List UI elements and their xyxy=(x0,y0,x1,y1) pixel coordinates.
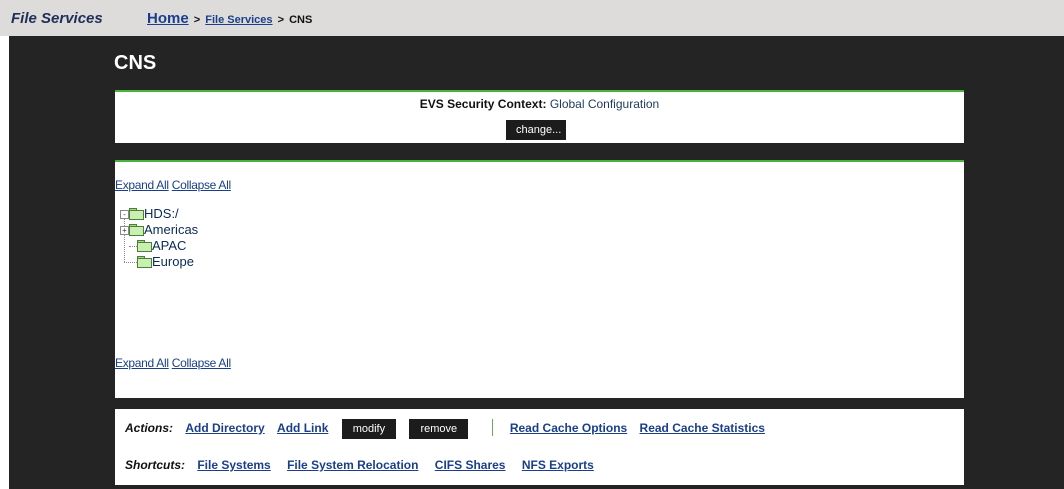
folder-icon xyxy=(129,224,144,236)
tree-node-label[interactable]: Europe xyxy=(152,254,194,269)
folder-icon xyxy=(129,208,144,220)
tree-node-label[interactable]: APAC xyxy=(152,238,186,253)
actions-panel: Actions: Add Directory Add Link modify r… xyxy=(115,409,964,485)
breadcrumb: Home > File Services > CNS xyxy=(147,10,312,27)
plus-box-icon[interactable]: + xyxy=(120,226,129,235)
tree-controls-bottom: Expand All Collapse All xyxy=(115,356,231,370)
tree-node-americas[interactable]: + Americas xyxy=(120,222,198,238)
breadcrumb-current: CNS xyxy=(289,14,313,26)
tree-controls-top: Expand All Collapse All xyxy=(115,178,231,192)
tree-node-apac[interactable]: APAC xyxy=(137,238,186,254)
divider xyxy=(491,419,493,436)
security-context-value: Global Configuration xyxy=(549,97,660,111)
tree-panel: Expand All Collapse All - HDS:/ + Americas… xyxy=(115,160,964,398)
collapse-all-link[interactable]: Collapse All xyxy=(172,178,231,192)
tree-node-label[interactable]: Americas xyxy=(144,222,198,237)
breadcrumb-separator: > xyxy=(277,14,285,26)
shortcut-nfs-exports[interactable]: NFS Exports xyxy=(522,458,594,472)
read-cache-options-link[interactable]: Read Cache Options xyxy=(510,421,627,435)
breadcrumb-file-services-link[interactable]: File Services xyxy=(205,14,272,26)
collapse-all-link[interactable]: Collapse All xyxy=(172,356,231,370)
read-cache-statistics-link[interactable]: Read Cache Statistics xyxy=(640,421,765,435)
modify-button[interactable]: modify xyxy=(341,419,397,439)
tree-node-root[interactable]: - HDS:/ xyxy=(120,206,179,222)
app-title: File Services xyxy=(11,10,103,27)
tree-node-label[interactable]: HDS:/ xyxy=(144,206,179,221)
actions-label: Actions: xyxy=(125,421,173,435)
shortcut-file-system-relocation[interactable]: File System Relocation xyxy=(287,458,418,472)
page-title: CNS xyxy=(114,52,157,74)
folder-icon xyxy=(137,240,152,252)
add-link-link[interactable]: Add Link xyxy=(277,421,328,435)
tree-connector xyxy=(124,262,137,263)
breadcrumb-home-link[interactable]: Home xyxy=(147,10,189,27)
security-context-panel: EVS Security Context: Global Configurati… xyxy=(115,90,964,143)
folder-icon xyxy=(137,256,152,268)
tree-node-europe[interactable]: Europe xyxy=(137,254,194,270)
shortcut-file-systems[interactable]: File Systems xyxy=(197,458,270,472)
shortcuts-row: Shortcuts: File Systems File System Relo… xyxy=(125,458,594,472)
change-button[interactable]: change... xyxy=(506,120,566,140)
actions-row: Actions: Add Directory Add Link modify r… xyxy=(125,419,765,439)
minus-box-icon[interactable]: - xyxy=(120,210,129,219)
security-context: EVS Security Context: Global Configurati… xyxy=(115,97,964,111)
security-context-label: EVS Security Context: xyxy=(419,97,547,111)
breadcrumb-separator: > xyxy=(193,14,201,26)
expand-all-link[interactable]: Expand All xyxy=(115,356,169,370)
shortcuts-label: Shortcuts: xyxy=(125,458,185,472)
shortcut-cifs-shares[interactable]: CIFS Shares xyxy=(435,458,506,472)
tree-connector xyxy=(129,246,137,247)
header-bar: File Services Home > File Services > CNS xyxy=(0,0,1064,36)
remove-button[interactable]: remove xyxy=(409,419,469,439)
expand-all-link[interactable]: Expand All xyxy=(115,178,169,192)
add-directory-link[interactable]: Add Directory xyxy=(185,421,264,435)
